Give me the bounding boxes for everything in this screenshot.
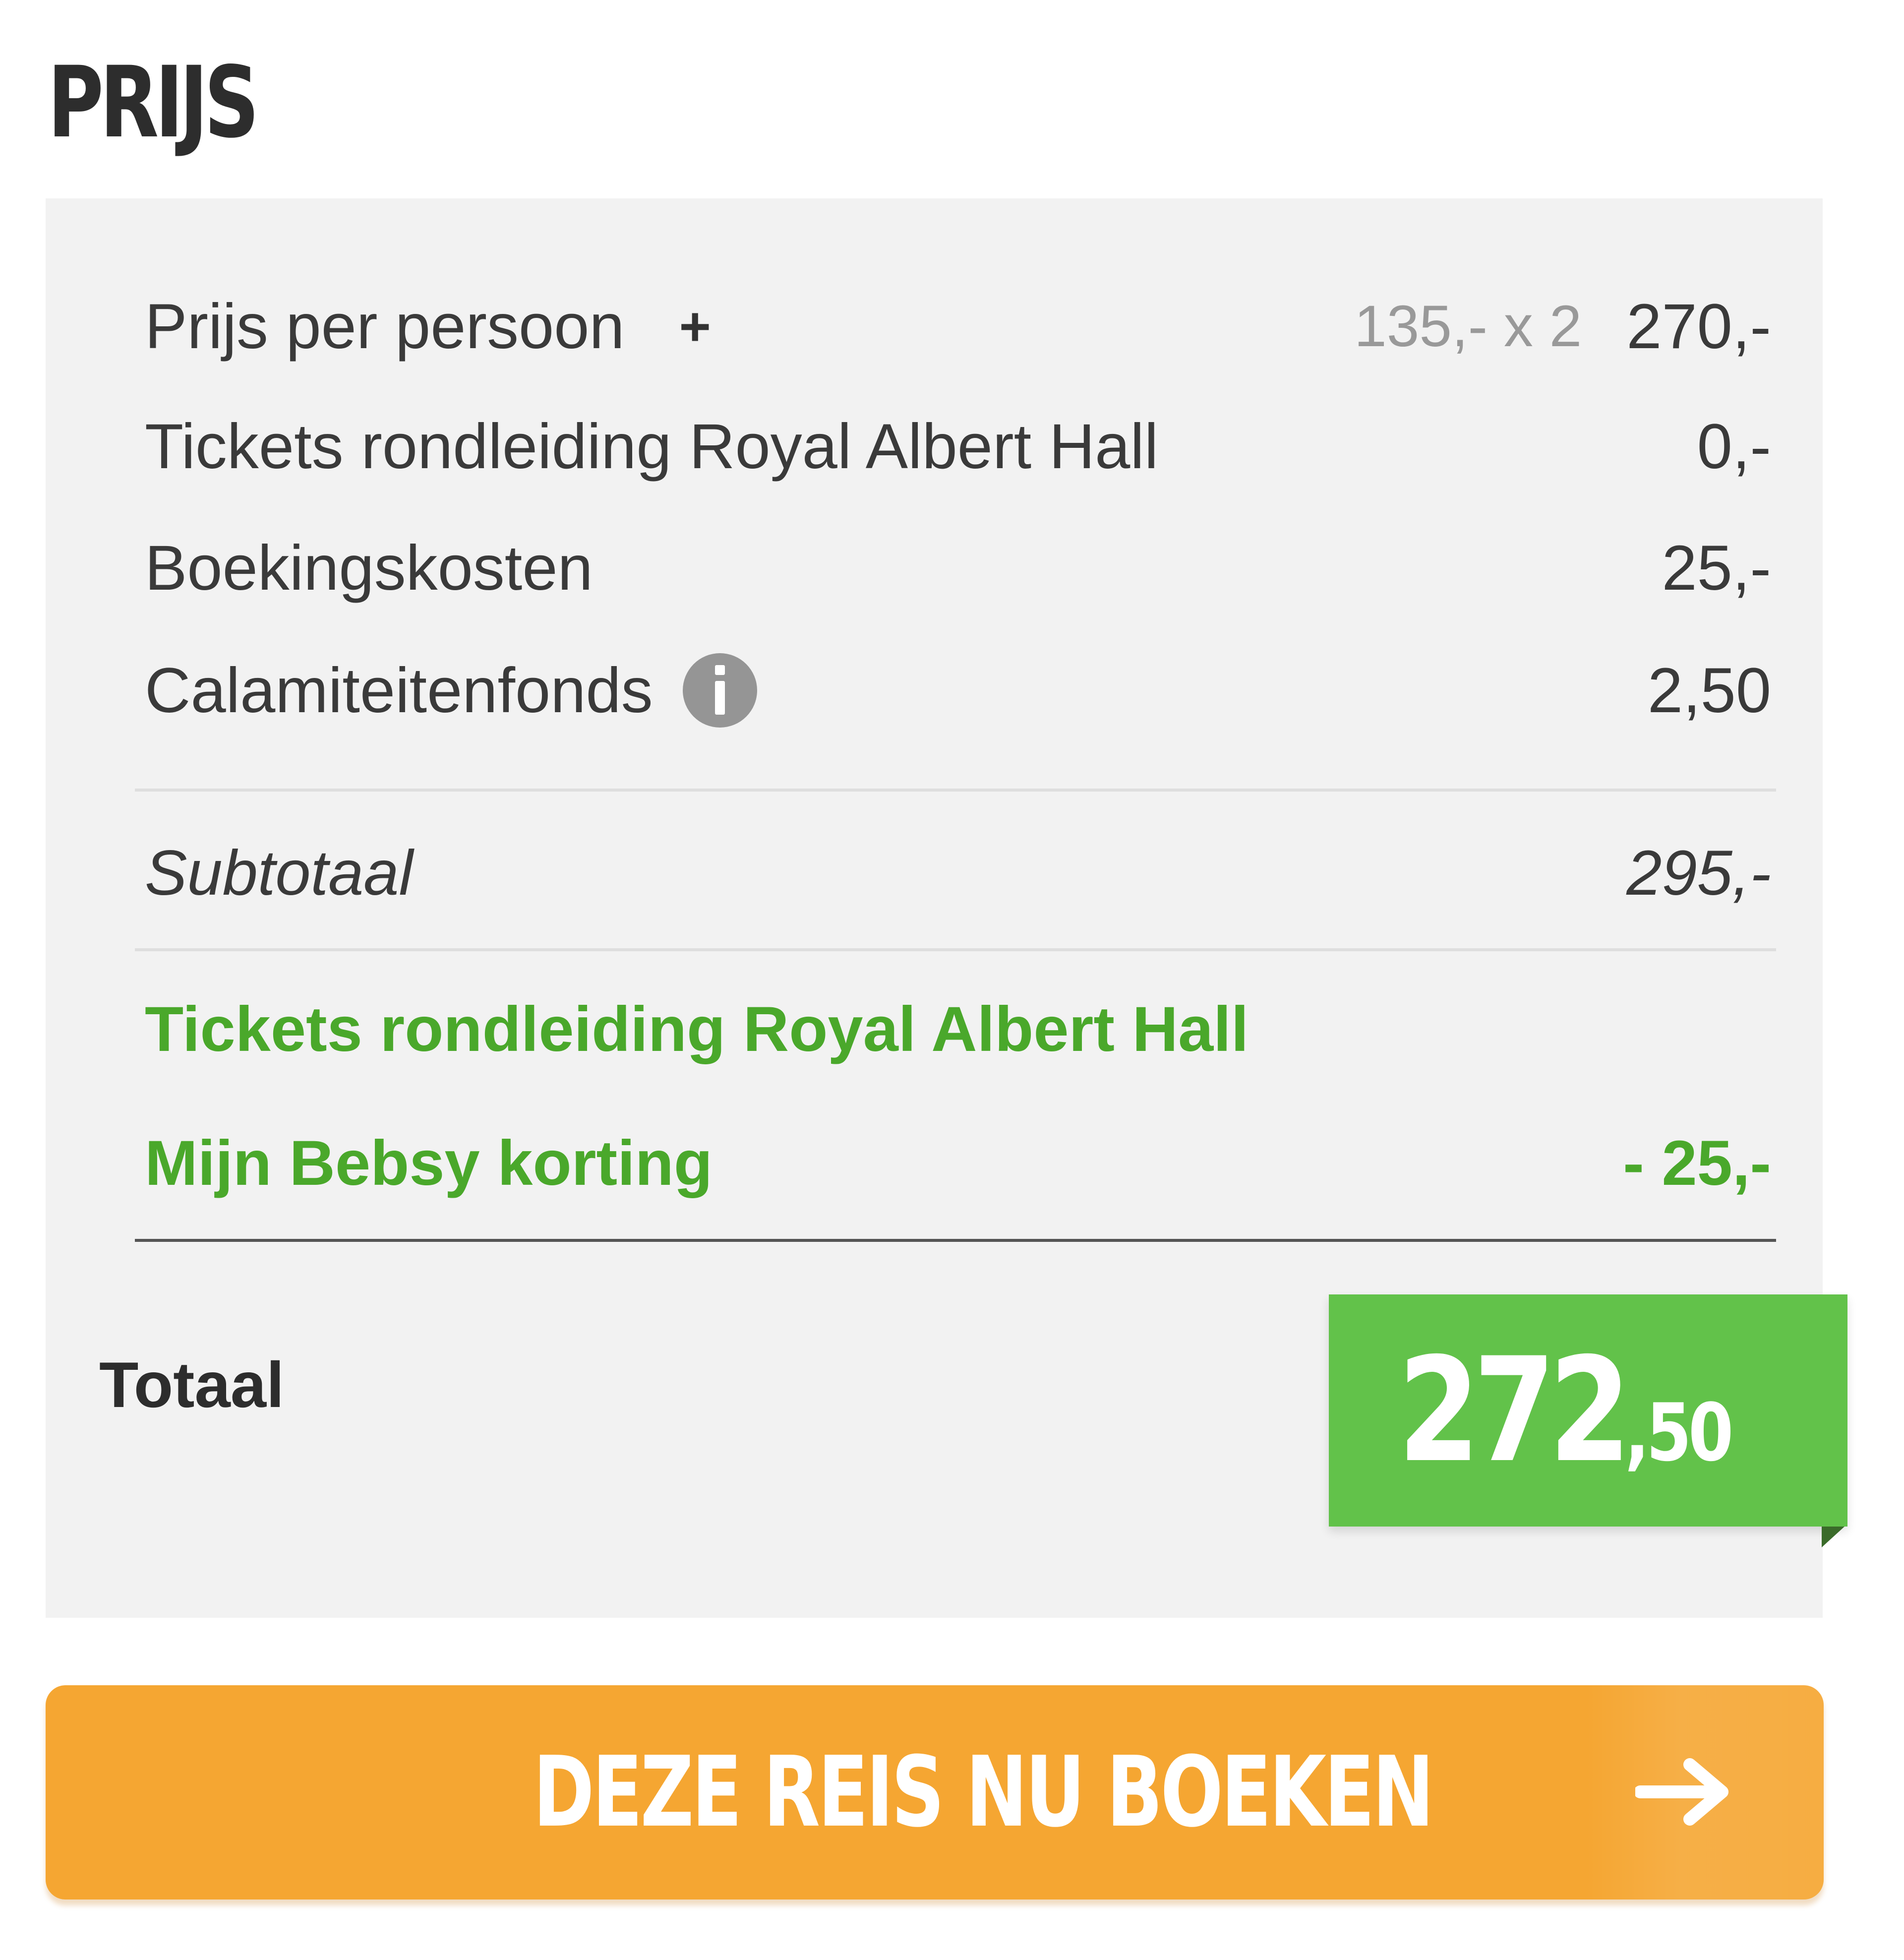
- divider: [135, 1239, 1776, 1242]
- divider: [135, 948, 1776, 951]
- price-calculation: 135,- x 2: [1354, 294, 1582, 359]
- price-row-label: Boekingskosten: [145, 532, 593, 604]
- subtotal-value: 295,-: [1626, 837, 1771, 909]
- price-row-tickets: Tickets rondleiding Royal Albert Hall 0,…: [145, 387, 1771, 506]
- arrow-right-icon: [1635, 1758, 1728, 1826]
- expand-plus-icon[interactable]: +: [679, 295, 711, 358]
- price-row-label: Prijs per persoon: [145, 291, 625, 362]
- price-row-value: 2,50: [1647, 655, 1771, 726]
- book-trip-button[interactable]: DEZE REIS NU BOEKEN: [46, 1685, 1824, 1899]
- price-row-value: 270,-: [1626, 291, 1771, 362]
- total-label: Totaal: [99, 1348, 285, 1421]
- discount-label: Mijn Bebsy korting: [145, 1127, 713, 1199]
- subtotal-row: Subtotaal 295,-: [145, 813, 1771, 932]
- discount-row-bebsy: Mijn Bebsy korting - 25,-: [145, 1103, 1771, 1223]
- info-icon[interactable]: [682, 653, 757, 728]
- divider: [135, 789, 1776, 792]
- badge-fold: [1822, 1527, 1844, 1547]
- book-trip-button-label: DEZE REIS NU BOEKEN: [533, 1736, 1434, 1849]
- discount-label: Tickets rondleiding Royal Albert Hall: [145, 993, 1249, 1065]
- total-price-badge: 272 ,50: [1329, 1294, 1847, 1547]
- discount-row-tickets: Tickets rondleiding Royal Albert Hall: [145, 970, 1771, 1089]
- price-row-calamity-fund: Calamiteitenfonds 2,50: [145, 631, 1771, 750]
- price-row-booking-fee: Boekingskosten 25,-: [145, 508, 1771, 627]
- price-row-value: 0,-: [1697, 411, 1771, 482]
- price-row-label: Tickets rondleiding Royal Albert Hall: [145, 411, 1159, 482]
- subtotal-label: Subtotaal: [145, 837, 413, 909]
- discount-value: - 25,-: [1623, 1127, 1771, 1199]
- total-price-main: 272: [1398, 1327, 1631, 1494]
- total-price-fraction: ,50: [1624, 1386, 1733, 1479]
- price-row-value: 25,-: [1662, 532, 1771, 604]
- price-row-per-person: Prijs per persoon + 135,- x 2 270,-: [145, 267, 1771, 386]
- section-title: PRIJS: [48, 45, 259, 160]
- price-row-label: Calamiteitenfonds: [145, 655, 653, 726]
